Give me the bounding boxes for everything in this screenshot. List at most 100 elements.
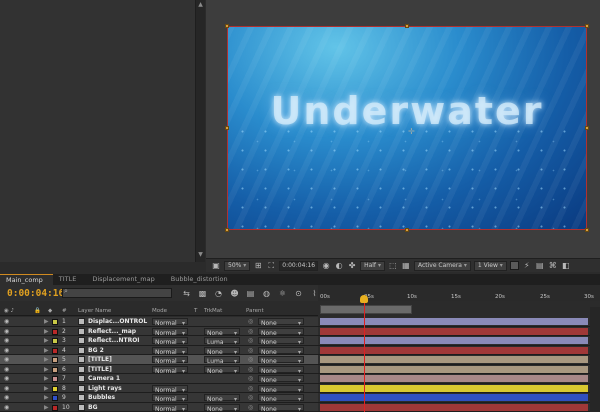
video-visibility-eye-icon[interactable]: ◉ xyxy=(4,346,9,355)
transform-handle[interactable] xyxy=(405,228,409,232)
timeline-button-icon[interactable]: ▤ xyxy=(535,261,545,271)
layer-row[interactable]: ◉ ▶ 10 BG Normal ▾ None ▾ ◎ None ▾ xyxy=(0,402,318,412)
layer-row[interactable]: ◉ ▶ 3 Reflect...NTROI Normal ▾ Luma ▾ ◎ None ▾ xyxy=(0,336,318,346)
region-of-interest-icon[interactable]: ⬚ xyxy=(388,261,398,271)
transform-handle[interactable] xyxy=(225,228,229,232)
brainstorm-icon[interactable]: ⚛ xyxy=(276,288,289,299)
track-matte-select[interactable]: Luma ▾ xyxy=(204,337,240,346)
frame-blending-icon[interactable]: ▤ xyxy=(244,288,257,299)
layer-label-color[interactable] xyxy=(52,376,58,382)
transform-handle[interactable] xyxy=(585,126,589,130)
track-matte-select[interactable]: None ▾ xyxy=(204,327,240,337)
layer-label-color[interactable] xyxy=(52,385,58,392)
layer-row[interactable]: ◉ ▶ 7 Camera 1 ◎ None ▾ xyxy=(0,374,318,384)
exposure-reset-icon[interactable]: ◧ xyxy=(561,261,571,271)
blend-mode-select[interactable]: Normal ▾ xyxy=(152,365,188,375)
twirl-down-arrow-icon[interactable]: ▶ xyxy=(44,346,49,355)
transform-handle[interactable] xyxy=(225,126,229,130)
track-matte-header[interactable]: TrkMat xyxy=(204,308,222,314)
layer-label-color[interactable] xyxy=(52,338,58,344)
layer-label-color[interactable] xyxy=(52,404,58,411)
track-matte-select[interactable]: None ▾ xyxy=(204,346,240,356)
tab-bubble-distortion[interactable]: Bubble_distortion xyxy=(165,274,238,285)
layer-row[interactable]: ◉ ▶ 8 Light rays Normal ▾ ◎ None ▾ xyxy=(0,383,318,394)
fast-previews-icon[interactable]: ⚡ xyxy=(522,261,532,271)
parent-select[interactable]: None ▾ xyxy=(258,365,304,375)
pick-whip-icon[interactable]: ◎ xyxy=(248,374,253,383)
blend-mode-select[interactable]: Normal ▾ xyxy=(152,394,188,403)
parent-select[interactable]: None ▾ xyxy=(258,318,304,327)
layer-name[interactable]: BG xyxy=(88,403,98,412)
video-visibility-eye-icon[interactable]: ◉ xyxy=(4,393,9,402)
blend-mode-select[interactable]: Normal ▾ xyxy=(152,318,188,327)
snapshot-camera-icon[interactable]: ◉ xyxy=(321,261,331,271)
layer-duration-bar[interactable] xyxy=(320,375,588,382)
track-matte-select[interactable]: Luma ▾ xyxy=(204,356,240,365)
parent-select[interactable]: None ▾ xyxy=(258,356,304,365)
shy-layers-icon[interactable]: ☻ xyxy=(228,288,241,299)
track-matte-select[interactable]: None ▾ xyxy=(204,403,240,412)
scroll-up-arrow-icon[interactable]: ▲ xyxy=(197,1,204,8)
layer-duration-bar[interactable] xyxy=(320,318,588,325)
transparency-grid-icon[interactable]: ▦ xyxy=(401,261,411,271)
pick-whip-icon[interactable]: ◎ xyxy=(248,336,253,345)
video-visibility-eye-icon[interactable]: ◉ xyxy=(4,384,9,393)
video-visibility-eye-icon[interactable]: ◉ xyxy=(4,355,9,364)
parent-select[interactable]: None ▾ xyxy=(258,384,304,394)
layer-row[interactable]: ◉ ▶ 6 [TITLE] Normal ▾ None ▾ ◎ None ▾ xyxy=(0,364,318,375)
layer-duration-bar[interactable] xyxy=(320,356,588,363)
layer-row[interactable]: ◉ ▶ 2 Reflect..._map Normal ▾ None ▾ ◎ None ▾ xyxy=(0,326,318,337)
work-area-bar[interactable] xyxy=(320,305,412,314)
tab-displacement-map[interactable]: Displacement_map xyxy=(86,274,164,285)
layer-label-color[interactable] xyxy=(52,328,58,335)
layer-search-input[interactable] xyxy=(62,288,172,298)
parent-header[interactable]: Parent xyxy=(246,308,264,314)
blend-mode-select[interactable]: Normal ▾ xyxy=(152,356,188,365)
layer-row[interactable]: ◉ ▶ 1 Displac...ONTROL Normal ▾ ◎ None ▾ xyxy=(0,317,318,327)
layer-label-color[interactable] xyxy=(52,357,58,363)
layer-label-color[interactable] xyxy=(52,395,58,401)
pick-whip-icon[interactable]: ◎ xyxy=(248,393,253,402)
timeline-current-time[interactable]: 0:00:04:16 xyxy=(7,288,64,299)
track-matte-select[interactable]: None ▾ xyxy=(204,394,240,403)
pick-whip-icon[interactable]: ◎ xyxy=(248,365,253,374)
composition-viewer[interactable]: Underwater ✛ xyxy=(206,0,600,258)
pick-whip-icon[interactable]: ◎ xyxy=(248,346,253,355)
layer-name[interactable]: BG 2 xyxy=(88,346,104,355)
layer-name[interactable]: Displac...ONTROL xyxy=(88,317,147,326)
pick-whip-icon[interactable]: ◎ xyxy=(248,327,253,336)
twirl-down-arrow-icon[interactable]: ▶ xyxy=(44,384,49,393)
color-channels-icon[interactable]: ✤ xyxy=(347,261,357,271)
live-update-icon[interactable]: ▩ xyxy=(196,288,209,299)
twirl-down-arrow-icon[interactable]: ▶ xyxy=(44,365,49,374)
blend-mode-select[interactable]: Normal ▾ xyxy=(152,327,188,337)
mask-visibility-icon[interactable]: ⛶ xyxy=(266,261,276,271)
scroll-down-arrow-icon[interactable]: ▼ xyxy=(197,251,204,258)
layer-label-color[interactable] xyxy=(52,319,58,325)
twirl-down-arrow-icon[interactable]: ▶ xyxy=(44,317,49,326)
layer-name[interactable]: Bubbles xyxy=(88,393,115,402)
always-preview-icon[interactable]: ▣ xyxy=(211,261,221,271)
layer-name[interactable]: Camera 1 xyxy=(88,374,120,383)
video-visibility-eye-icon[interactable]: ◉ xyxy=(4,336,9,345)
twirl-down-arrow-icon[interactable]: ▶ xyxy=(44,374,49,383)
layer-duration-bar[interactable] xyxy=(320,327,588,335)
timeline-scrollbar[interactable] xyxy=(590,307,600,412)
layer-name[interactable]: Reflect..._map xyxy=(88,327,136,336)
layer-duration-bar[interactable] xyxy=(320,394,588,401)
layer-row[interactable]: ◉ ▶ 9 Bubbles Normal ▾ None ▾ ◎ None ▾ xyxy=(0,393,318,403)
layer-label-color[interactable] xyxy=(52,347,58,354)
safe-areas-icon[interactable]: ⊞ xyxy=(253,261,263,271)
layer-duration-bar[interactable] xyxy=(320,337,588,344)
layer-name[interactable]: Light rays xyxy=(88,384,122,393)
view-layout-select[interactable]: 1 View xyxy=(473,260,507,271)
layer-row[interactable]: ◉ ▶ 4 BG 2 Normal ▾ None ▾ ◎ None ▾ xyxy=(0,345,318,356)
comp-mini-flowchart-icon[interactable]: ⇆ xyxy=(180,288,193,299)
twirl-down-arrow-icon[interactable]: ▶ xyxy=(44,393,49,402)
parent-select[interactable]: None ▾ xyxy=(258,375,304,384)
pick-whip-icon[interactable]: ◎ xyxy=(248,403,253,412)
blend-mode-select[interactable]: Normal ▾ xyxy=(152,384,188,394)
layer-name[interactable]: [TITLE] xyxy=(88,355,112,364)
transform-handle[interactable] xyxy=(585,24,589,28)
layer-name[interactable]: Reflect...NTROI xyxy=(88,336,140,345)
